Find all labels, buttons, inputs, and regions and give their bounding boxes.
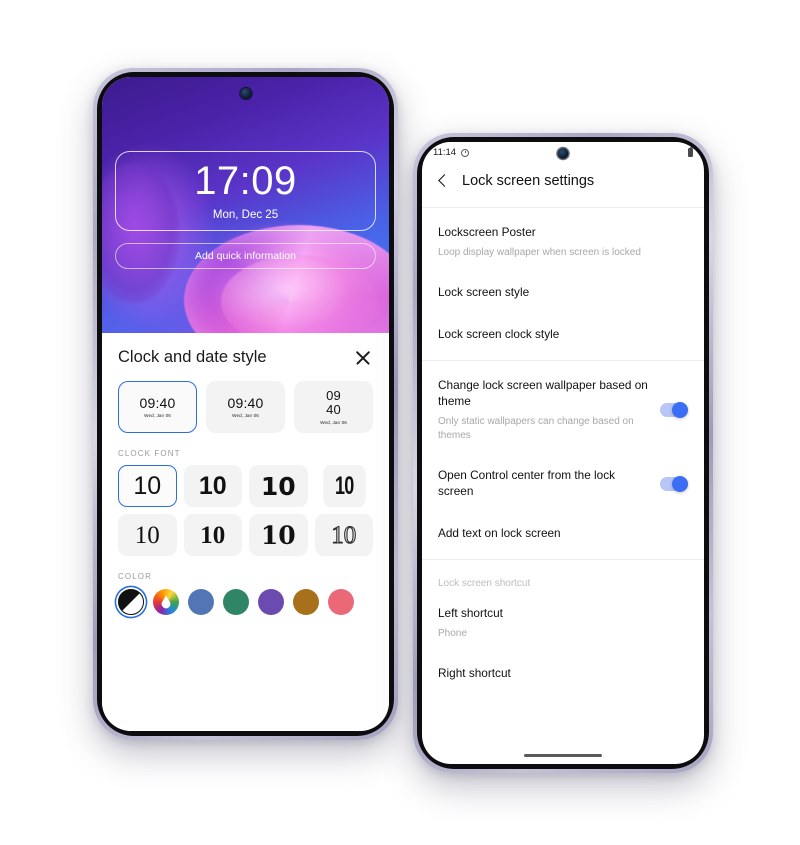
font-sample: 10 [134, 521, 160, 549]
font-sample: 10 [260, 520, 296, 550]
add-quick-information-button[interactable]: Add quick information [115, 243, 376, 269]
font-tile-6[interactable]: 10 [183, 514, 242, 556]
clock-style-card-3[interactable]: 09 40 Wed, Jan 06 [294, 381, 373, 433]
add-quick-information-label: Add quick information [195, 250, 296, 262]
screenshot-stage: 17:09 Mon, Dec 25 Add quick information … [0, 0, 800, 845]
clock-style-date: Wed, Jan 06 [232, 413, 259, 419]
setting-title: Lockscreen Poster [438, 225, 536, 239]
setting-row-add-text[interactable]: Add text on lock screen [422, 513, 704, 555]
font-tile-8[interactable]: 10 [314, 514, 373, 556]
font-tile-5[interactable]: 10 [118, 514, 177, 556]
status-bar-time: 11:14 [433, 147, 457, 158]
section-divider [422, 360, 704, 362]
clock-style-time-top: 09 [326, 388, 341, 404]
font-sample: 10 [198, 471, 227, 500]
color-section-label: COLOR [118, 572, 152, 581]
toggle-control-center[interactable] [660, 476, 688, 493]
clock-date-style-sheet: Clock and date style 09:40 Wed, Jan 06 0… [102, 333, 389, 731]
header-divider [422, 207, 704, 208]
sheet-header: Clock and date style [118, 347, 373, 367]
wallpaper-swirl [184, 225, 389, 333]
setting-row-lockscreen-poster[interactable]: Lockscreen Poster Loop display wallpaper… [422, 212, 704, 272]
setting-subtitle: Phone [438, 627, 467, 639]
phone-left-screen: 17:09 Mon, Dec 25 Add quick information … [102, 77, 389, 731]
setting-text: Change lock screen wallpaper based on th… [438, 378, 650, 442]
clock-style-card-1[interactable]: 09:40 Wed, Jan 06 [118, 381, 197, 433]
setting-title: Add text on lock screen [438, 525, 561, 540]
clock-font-section-label: CLOCK FONT [118, 449, 181, 458]
color-swatch-rainbow-picker[interactable] [153, 589, 179, 615]
settings-list: Lockscreen Poster Loop display wallpaper… [422, 212, 704, 695]
color-swatch-coral[interactable] [328, 589, 354, 615]
shortcut-group-label: Lock screen shortcut [438, 577, 531, 589]
setting-row-control-center[interactable]: Open Control center from the lock screen [422, 455, 704, 513]
clock-font-grid: 10 10 10 10 10 10 10 10 [118, 465, 373, 556]
setting-row-left-shortcut[interactable]: Left shortcut Phone [422, 593, 704, 653]
font-sample: 10 [260, 471, 296, 501]
font-sample: 10 [331, 521, 357, 549]
setting-title: Right shortcut [438, 666, 511, 681]
font-tile-4[interactable]: 10 [322, 465, 365, 507]
setting-title: Open Control center from the lock screen [438, 468, 616, 499]
setting-text: Left shortcut Phone [438, 606, 688, 640]
setting-text: Open Control center from the lock screen [438, 468, 650, 500]
clock-style-options: 09:40 Wed, Jan 06 09:40 Wed, Jan 06 09 4… [118, 381, 373, 433]
phone-right: 11:14 Lock screen settings Lockscreen Po… [413, 133, 713, 773]
clock-style-time: 09:40 [139, 394, 176, 411]
setting-subtitle: Only static wallpapers can change based … [438, 416, 634, 441]
color-swatch-purple[interactable] [258, 589, 284, 615]
clock-style-time-bottom: 40 [326, 402, 341, 417]
clock-style-card-2[interactable]: 09:40 Wed, Jan 06 [206, 381, 285, 433]
setting-row-wallpaper-theme[interactable]: Change lock screen wallpaper based on th… [422, 365, 704, 455]
setting-title: Left shortcut [438, 605, 503, 620]
setting-title: Lock screen clock style [438, 327, 560, 342]
sheet-title: Clock and date style [118, 347, 267, 366]
clock-style-date: Wed, Jan 06 [320, 419, 347, 425]
setting-text: Lock screen clock style [438, 327, 688, 343]
setting-title: Change lock screen wallpaper based on th… [438, 378, 648, 409]
setting-title: Lock screen style [438, 285, 530, 300]
setting-row-right-shortcut[interactable]: Right shortcut [422, 653, 704, 695]
setting-text: Right shortcut [438, 666, 688, 682]
color-swatch-row [118, 589, 373, 615]
setting-text: Lock screen style [438, 285, 688, 301]
setting-row-lock-screen-clock-style[interactable]: Lock screen clock style [422, 314, 704, 356]
color-swatch-black-white[interactable] [118, 589, 144, 615]
front-camera-icon [240, 88, 251, 99]
page-title: Lock screen settings [462, 173, 595, 189]
phone-right-screen: 11:14 Lock screen settings Lockscreen Po… [422, 142, 704, 764]
font-sample: 10 [334, 471, 354, 500]
back-chevron-icon[interactable] [436, 174, 450, 188]
font-tile-7[interactable]: 10 [249, 514, 308, 556]
section-divider [422, 558, 704, 560]
lockscreen-date: Mon, Dec 25 [212, 209, 279, 221]
phone-left: 17:09 Mon, Dec 25 Add quick information … [93, 68, 398, 740]
font-tile-3[interactable]: 10 [249, 465, 308, 507]
font-tile-1[interactable]: 10 [118, 465, 177, 507]
alarm-icon [461, 148, 470, 157]
close-icon[interactable] [353, 347, 373, 367]
color-swatch-ochre[interactable] [293, 589, 319, 615]
setting-subtitle: Loop display wallpaper when screen is lo… [438, 246, 641, 258]
font-sample: 10 [200, 521, 226, 549]
color-swatch-green[interactable] [223, 589, 249, 615]
lockscreen-clock-widget[interactable]: 17:09 Mon, Dec 25 [115, 151, 376, 231]
toggle-knob [672, 476, 688, 493]
clock-style-time: 09:40 [227, 394, 264, 411]
font-sample: 10 [133, 471, 162, 500]
clock-style-date: Wed, Jan 06 [144, 413, 171, 419]
setting-text: Add text on lock screen [438, 526, 688, 542]
battery-icon [688, 146, 693, 157]
front-camera-icon [557, 148, 569, 159]
toggle-wallpaper-theme[interactable] [660, 402, 688, 419]
gesture-navigation-bar[interactable] [524, 754, 602, 757]
toggle-knob [672, 402, 688, 419]
font-tile-2[interactable]: 10 [183, 465, 242, 507]
color-swatch-blue[interactable] [188, 589, 214, 615]
lockscreen-time: 17:09 [194, 159, 297, 203]
setting-row-lock-screen-style[interactable]: Lock screen style [422, 272, 704, 314]
setting-text: Lockscreen Poster Loop display wallpaper… [438, 225, 688, 259]
app-header: Lock screen settings [422, 163, 704, 203]
